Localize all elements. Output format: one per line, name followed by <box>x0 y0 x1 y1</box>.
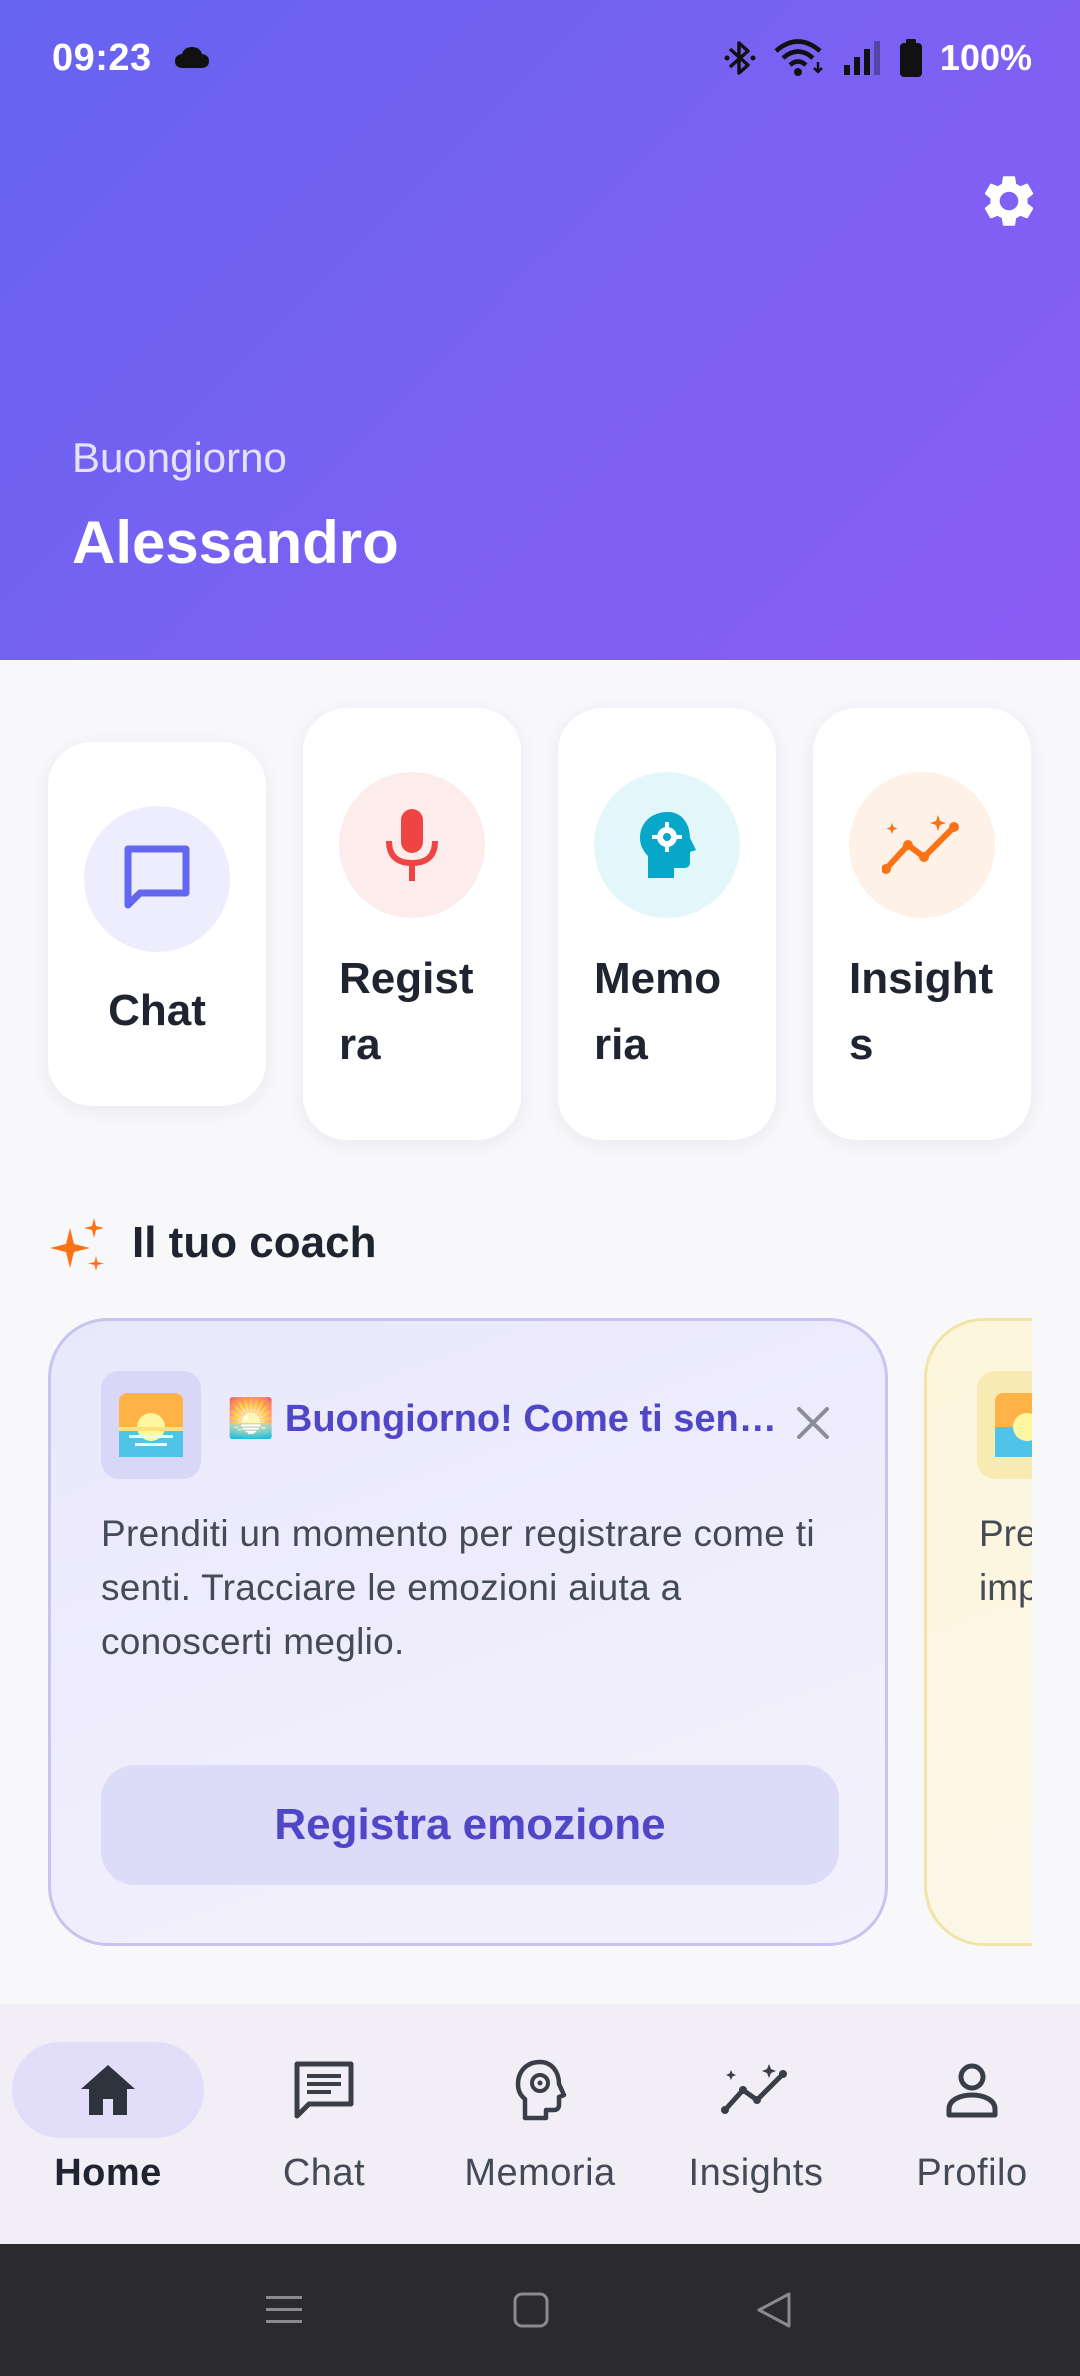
wifi-icon <box>774 39 823 76</box>
gear-icon <box>984 176 1034 226</box>
nav-label: Home <box>54 2152 162 2194</box>
battery-icon <box>899 39 922 77</box>
back-triangle-icon <box>757 2292 791 2328</box>
microphone-icon <box>386 809 438 881</box>
sunrise-icon <box>119 1393 183 1457</box>
bluetooth-icon <box>724 41 756 75</box>
menu-lines-icon <box>266 2296 302 2323</box>
mic-icon-circle <box>339 772 485 918</box>
sparkle-icon <box>50 1218 104 1271</box>
greeting-text: Buongiorno <box>72 434 287 481</box>
brain-head-icon <box>640 812 696 878</box>
coach-card-body-line: Pre <box>979 1513 1032 1554</box>
quick-action-chat[interactable]: Chat <box>48 742 266 1106</box>
insights-icon <box>721 2064 787 2114</box>
register-emotion-button[interactable]: Registra emozione <box>101 1765 839 1885</box>
quick-action-label: Insight s <box>849 954 994 1069</box>
sunrise-icon <box>995 1393 1032 1457</box>
coach-card-title: 🌅 Buongiorno! Come ti sentì... <box>227 1398 787 1440</box>
coach-section-title: Il tuo coach <box>132 1218 377 1267</box>
nav-home[interactable]: Home <box>0 2004 216 2244</box>
quick-action-label: Chat <box>108 986 206 1035</box>
memoria-icon <box>515 2059 567 2121</box>
status-time: 09:23 <box>52 36 152 79</box>
nav-chat[interactable]: Chat <box>216 2004 432 2244</box>
quick-action-registra[interactable]: Regist ra <box>303 708 521 1140</box>
chat-icon-circle <box>84 806 230 952</box>
nav-label: Memoria <box>464 2152 616 2194</box>
nav-label: Chat <box>282 2152 366 2194</box>
coach-emoji-box <box>977 1371 1032 1479</box>
nav-label: Profilo <box>916 2152 1028 2194</box>
nav-insights[interactable]: Insights <box>648 2004 864 2244</box>
nav-profilo[interactable]: Profilo <box>864 2004 1080 2244</box>
home-screen: 09:23 100% Buongiorno Alessandro Chat Re… <box>0 0 1080 2376</box>
settings-button[interactable] <box>976 168 1042 234</box>
quick-action-label: Regist ra <box>339 954 474 1069</box>
nav-label: Insights <box>688 2152 824 2194</box>
coach-card-body: Prenditi un momento per registrare come … <box>101 1513 815 1662</box>
insights-icon-circle <box>849 772 995 918</box>
coach-card: 🌅 Buongiorno! Come ti sentì... Prenditi … <box>48 1318 888 1946</box>
home-system-button[interactable] <box>505 2284 557 2336</box>
profile-icon <box>946 2063 998 2118</box>
insights-chart-icon <box>882 815 959 874</box>
back-button[interactable] <box>748 2284 800 2336</box>
coach-card-body-line: imp <box>979 1567 1032 1608</box>
brain-icon-circle <box>594 772 740 918</box>
home-icon <box>81 2065 135 2115</box>
coach-card-body-partial: Pre imp <box>979 1507 1032 1615</box>
user-name: Alessandro <box>72 509 399 576</box>
header: 09:23 100% Buongiorno Alessandro <box>0 0 1080 660</box>
quick-action-label: Memo ria <box>594 954 722 1069</box>
quick-action-memoria[interactable]: Memo ria <box>558 708 776 1140</box>
signal-icon <box>843 41 880 75</box>
battery-percentage: 100% <box>939 37 1032 78</box>
cloud-icon <box>174 47 209 68</box>
status-bar: 09:23 100% <box>0 0 1080 116</box>
bottom-navigation: Home Chat Memoria Insights Profilo <box>0 2004 1080 2244</box>
coach-emoji-box <box>101 1371 201 1479</box>
recents-button[interactable] <box>258 2284 310 2336</box>
coach-card-next[interactable]: Pre imp <box>924 1318 1032 1946</box>
chat-bubble-icon <box>124 845 190 909</box>
quick-action-insights[interactable]: Insight s <box>813 708 1031 1140</box>
chat-icon <box>294 2061 354 2119</box>
system-navigation-bar <box>0 2244 1080 2376</box>
nav-memoria[interactable]: Memoria <box>432 2004 648 2244</box>
square-icon <box>513 2292 549 2328</box>
close-icon[interactable] <box>793 1403 833 1443</box>
